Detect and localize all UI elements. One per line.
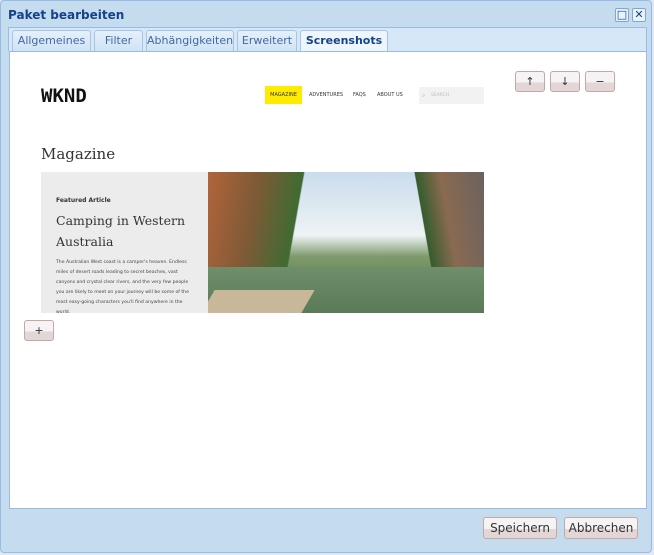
- featured-label: Featured Article: [56, 197, 111, 204]
- featured-article: Featured Article Camping in Western Aust…: [41, 172, 208, 313]
- edit-package-dialog: Paket bearbeiten □ ✕ Allgemeines Filter …: [0, 0, 652, 553]
- save-button[interactable]: Speichern: [483, 517, 557, 539]
- tab-erweitert[interactable]: Erweitert: [237, 30, 297, 52]
- tab-bar: Allgemeines Filter Abhängigkeiten Erweit…: [8, 27, 647, 53]
- magazine-heading: Magazine: [41, 145, 116, 163]
- move-up-button[interactable]: ↑: [515, 71, 545, 92]
- close-icon: ✕: [634, 8, 644, 21]
- remove-screenshot-button[interactable]: −: [585, 71, 615, 92]
- maximize-button[interactable]: □: [615, 8, 629, 22]
- featured-title: Camping in Western Australia: [56, 213, 186, 249]
- nav-faqs: FAQS: [353, 92, 366, 98]
- move-down-button[interactable]: ↓: [550, 71, 580, 92]
- arrow-up-icon: ↑: [525, 75, 535, 88]
- featured-text: The Australian West coast is a camper's …: [56, 260, 189, 313]
- tab-allgemeines[interactable]: Allgemeines: [12, 30, 91, 52]
- tab-abhaengigkeiten[interactable]: Abhängigkeiten: [146, 30, 234, 52]
- close-button[interactable]: ✕: [632, 8, 646, 22]
- screenshot-image: WKND MAGAZINE ADVENTURES FAQS ABOUT US ⌕…: [41, 81, 484, 313]
- plus-icon: +: [34, 324, 44, 337]
- nav-adventures: ADVENTURES: [309, 92, 344, 98]
- featured-photo: [208, 172, 484, 313]
- add-screenshot-button[interactable]: +: [24, 320, 54, 341]
- search-field: ⌕ SEARCH: [419, 87, 484, 104]
- tab-filter[interactable]: Filter: [94, 30, 143, 52]
- arrow-down-icon: ↓: [560, 75, 570, 88]
- minus-icon: −: [595, 75, 605, 88]
- wknd-logo: WKND: [41, 85, 87, 107]
- nav-magazine: MAGAZINE: [265, 86, 302, 104]
- search-icon: ⌕: [422, 92, 426, 99]
- dialog-title: Paket bearbeiten: [8, 8, 125, 22]
- maximize-icon: □: [616, 8, 628, 21]
- cancel-button[interactable]: Abbrechen: [564, 517, 638, 539]
- nav-about: ABOUT US: [377, 92, 403, 98]
- tab-screenshots[interactable]: Screenshots: [300, 30, 388, 53]
